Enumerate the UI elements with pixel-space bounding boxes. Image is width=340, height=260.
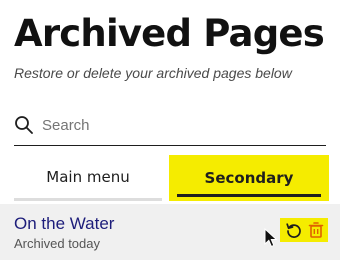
restore-icon[interactable] <box>285 221 303 239</box>
tab-secondary[interactable]: Secondary <box>169 155 329 201</box>
tab-secondary-label: Secondary <box>204 169 294 187</box>
mouse-pointer-icon <box>264 228 278 248</box>
trash-icon[interactable] <box>307 221 325 239</box>
page-title: Archived Pages <box>14 12 325 55</box>
active-tab-indicator <box>177 194 321 197</box>
archived-page-meta: Archived today <box>14 236 100 251</box>
archived-page-title[interactable]: On the Water <box>14 214 114 234</box>
tab-main-menu-label: Main menu <box>46 167 130 186</box>
row-actions <box>280 218 328 242</box>
page-subtitle: Restore or delete your archived pages be… <box>14 65 292 81</box>
tab-main-menu[interactable]: Main menu <box>14 155 162 201</box>
search-icon <box>15 116 33 134</box>
search-input[interactable] <box>42 112 318 138</box>
search-bar <box>14 108 326 146</box>
